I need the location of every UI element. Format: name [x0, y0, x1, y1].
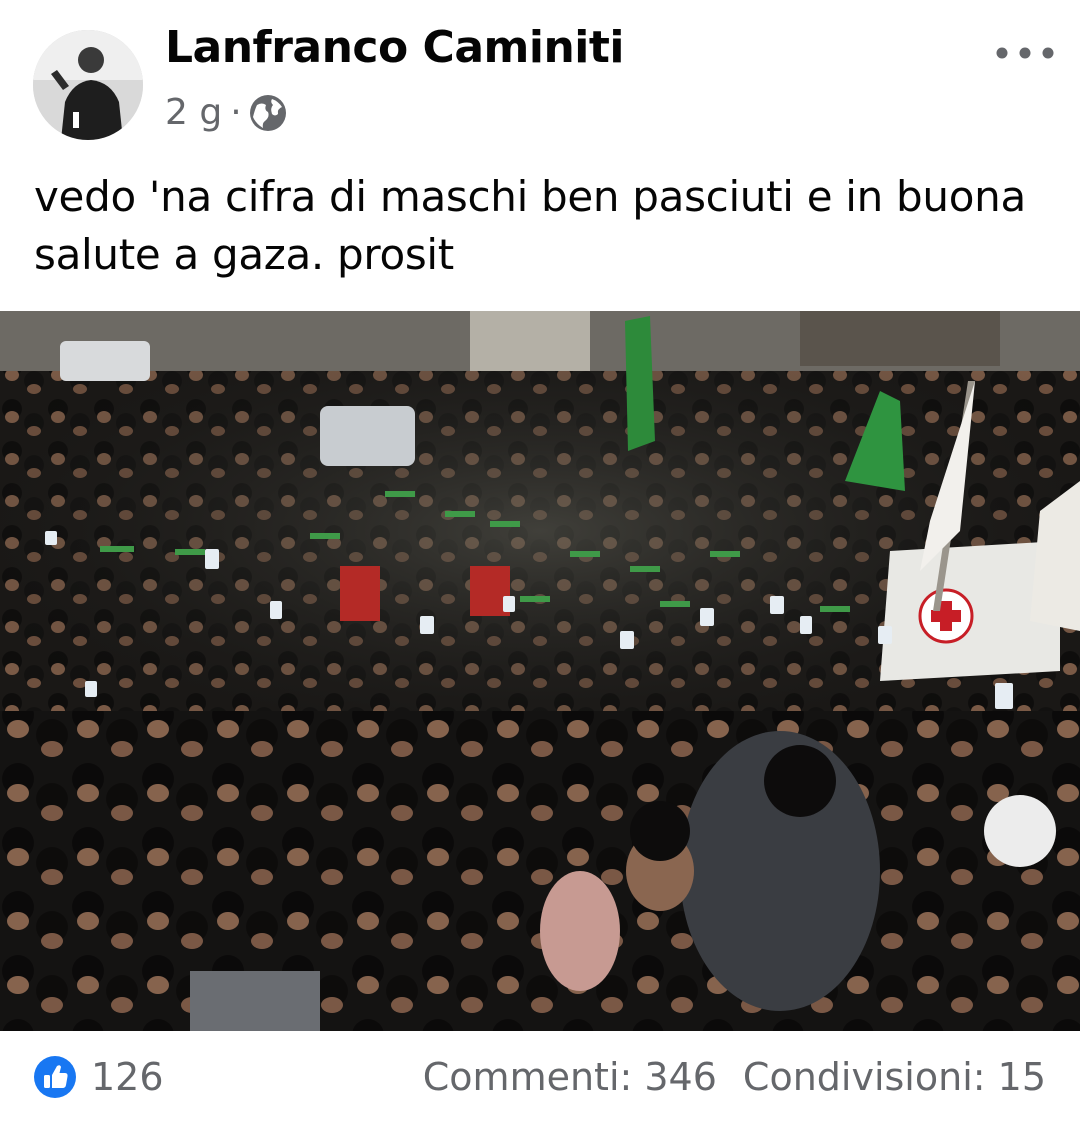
counts-spacer — [717, 1055, 743, 1099]
like-count: 126 — [91, 1055, 164, 1099]
globe-icon — [249, 94, 286, 131]
like-icon — [34, 1056, 76, 1098]
reactions-summary[interactable]: 126 — [33, 1055, 164, 1099]
meta-separator: · — [230, 92, 242, 133]
shares-count[interactable]: Condivisioni: 15 — [743, 1055, 1046, 1099]
crowd-photo-image — [0, 311, 1080, 1031]
author-name[interactable]: Lanfranco Caminiti — [165, 22, 624, 73]
engagement-counts: Commenti: 346 Condivisioni: 15 — [423, 1055, 1046, 1099]
more-icon — [996, 47, 1054, 59]
post-photo[interactable] — [0, 311, 1080, 1031]
comments-count[interactable]: Commenti: 346 — [423, 1055, 717, 1099]
more-options-button[interactable] — [990, 30, 1060, 76]
post-time[interactable]: 2 g — [165, 92, 222, 133]
post-header: Lanfranco Caminiti 2 g · — [0, 0, 1080, 150]
post-meta: 2 g · — [165, 92, 288, 133]
post-footer: 126 Commenti: 346 Condivisioni: 15 — [0, 1031, 1080, 1129]
avatar[interactable] — [33, 30, 143, 140]
post-text: vedo 'na cifra di maschi ben pasciuti e … — [34, 172, 1026, 279]
